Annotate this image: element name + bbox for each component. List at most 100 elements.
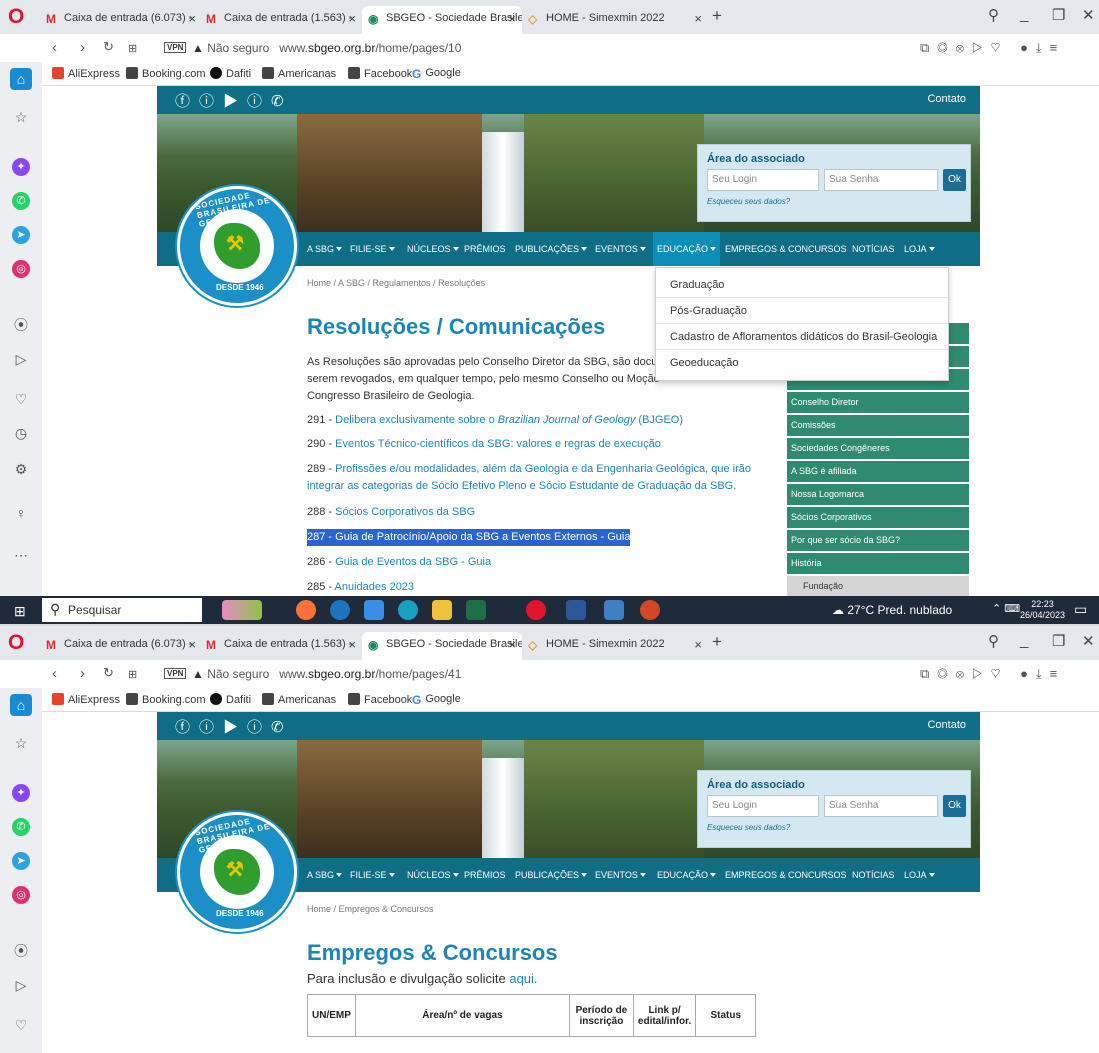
vpn-badge[interactable]: VPN [164, 42, 187, 53]
menu-premios[interactable]: PRÊMIOS [464, 244, 506, 254]
ie-icon[interactable] [330, 600, 350, 620]
word-icon[interactable] [566, 600, 586, 620]
home-icon[interactable]: ⌂ [10, 694, 32, 716]
telegram-icon[interactable]: ➤ [12, 852, 30, 870]
close-tab-icon[interactable]: × [348, 11, 356, 26]
resolution-286[interactable]: 286 - Guia de Eventos da SBG - Guia [307, 554, 491, 571]
side-menu-afiliada[interactable]: A SBG é afiliada [787, 461, 969, 482]
new-tab-button[interactable]: + [712, 632, 722, 652]
close-window-icon[interactable]: ✕ [1082, 632, 1095, 650]
opera-logo-icon[interactable]: O [8, 632, 28, 654]
minimize-icon[interactable]: _ [1020, 6, 1028, 23]
tab-sbgeo[interactable]: ◉ SBGEO - Sociedade Brasile × [362, 632, 522, 660]
explorer-icon[interactable] [432, 600, 452, 620]
bookmark-facebook[interactable]: Facebook [348, 693, 412, 706]
bookmark-booking[interactable]: Booking.com [126, 693, 206, 706]
col-status[interactable]: Status [695, 994, 757, 1037]
menu-publicacoes[interactable]: PUBLICAÇÕES [515, 870, 588, 880]
menu-educacao[interactable]: EDUCAÇÃO [653, 232, 721, 266]
resolution-287[interactable]: 287 - Guia de Patrocínio/Apoio da SBG a … [307, 529, 631, 546]
tray-icons[interactable]: ⌃ ⌨ [992, 602, 1020, 615]
social-icons[interactable]: ⓕⓘ▶ⓘ✆ [175, 90, 293, 111]
menu-eventos[interactable]: EVENTOS [595, 244, 646, 254]
tab-gmail-1[interactable]: M Caixa de entrada (6.073) - × [40, 6, 202, 34]
contato-link[interactable]: Contato [927, 93, 966, 105]
resolution-288[interactable]: 288 - Sócios Corporativos da SBG [307, 504, 475, 521]
menu-filie-se[interactable]: FILIE-SE [350, 244, 395, 254]
bookmark-dafiti[interactable]: Dafiti [210, 693, 251, 706]
side-menu-fundacao[interactable]: Fundação [787, 576, 969, 597]
clock[interactable]: 22:23 26/04/2023 [1020, 599, 1065, 621]
menu-premios[interactable]: PRÊMIOS [464, 870, 506, 880]
mail-icon[interactable] [364, 600, 384, 620]
tab-simexmin[interactable]: ◇ HOME - Simexmin 2022 × [522, 632, 708, 660]
star-icon[interactable]: ☆ [10, 106, 32, 128]
bookmark-americanas[interactable]: Americanas [262, 693, 336, 706]
menu-loja[interactable]: LOJA [904, 870, 935, 880]
password-input[interactable]: Sua Senha [824, 795, 938, 817]
sbg-logo[interactable]: SOCIEDADE BRASILEIRA DE GEOLOGIA ⚒ DESDE… [177, 186, 297, 306]
player-icon[interactable]: ⦿ [10, 940, 32, 962]
col-un-emp[interactable]: UN/EMP [307, 994, 356, 1037]
url-field[interactable]: ▲ Não seguro www.sbgeo.org.br/home/pages… [192, 41, 461, 55]
firefox-icon[interactable] [296, 600, 316, 620]
vpn-badge[interactable]: VPN [164, 668, 187, 679]
heart-icon[interactable]: ♡ [10, 1014, 32, 1036]
close-tab-icon[interactable]: × [348, 637, 356, 652]
menu-empregos[interactable]: EMPREGOS & CONCURSOS [725, 870, 847, 880]
resolution-285[interactable]: 285 - Anuidades 2023 [307, 579, 414, 596]
star-icon[interactable]: ☆ [10, 732, 32, 754]
menu-empregos[interactable]: EMPREGOS & CONCURSOS [725, 244, 847, 254]
close-tab-icon[interactable]: × [694, 11, 702, 26]
resolution-289[interactable]: 289 - Profissões e/ou modalidades, além … [307, 461, 751, 478]
menu-noticias[interactable]: NOTÍCIAS [852, 244, 895, 254]
resolution-289-cont[interactable]: integrar as categorias de Sócio Efetivo … [307, 478, 736, 495]
taskbar-search[interactable]: ⚲ Pesquisar [42, 598, 202, 622]
login-ok-button[interactable]: Ok [943, 795, 966, 817]
toolbar-icons[interactable]: ⧉◎⊗▷♡ ●⤓≡ [920, 40, 1065, 56]
dropdown-pos-graduacao[interactable]: Pós-Graduação [656, 298, 948, 324]
notification-icon[interactable]: ▭ [1074, 601, 1087, 618]
bookmark-facebook[interactable]: Facebook [348, 67, 412, 80]
menu-nucleos[interactable]: NÚCLEOS [407, 244, 459, 254]
search-tabs-icon[interactable]: ⚲ [988, 632, 999, 650]
forgot-link[interactable]: Esqueceu seus dados? [707, 197, 790, 206]
side-menu-logomarca[interactable]: Nossa Logomarca [787, 484, 969, 505]
settings-icon[interactable]: ⚙ [10, 458, 32, 480]
sbg-logo[interactable]: SOCIEDADE BRASILEIRA DE GEOLOGIA ⚒ DESDE… [177, 812, 297, 932]
login-input[interactable]: Seu Login [707, 795, 819, 817]
powerpoint-icon[interactable] [640, 600, 660, 620]
close-tab-icon[interactable]: × [188, 11, 196, 26]
bookmark-aliexpress[interactable]: AliExpress [52, 67, 120, 80]
edge-icon[interactable] [398, 600, 418, 620]
col-link[interactable]: Link p/ edital/infor. [632, 994, 697, 1037]
opera-logo-icon[interactable]: O [8, 6, 28, 28]
messenger-icon[interactable]: ✦ [12, 784, 30, 802]
menu-publicacoes[interactable]: PUBLICAÇÕES [515, 244, 588, 254]
windows-start-icon[interactable]: ⊞ [14, 603, 26, 620]
instagram-icon[interactable]: ◎ [12, 260, 30, 278]
back-icon[interactable]: ‹ [52, 665, 57, 682]
restore-icon[interactable]: ❐ [1052, 632, 1065, 650]
opera-taskbar-icon[interactable] [526, 600, 546, 620]
reload-icon[interactable]: ↻ [103, 665, 114, 681]
close-tab-icon[interactable]: × [188, 637, 196, 652]
breadcrumb[interactable]: Home / Empregos & Concursos [307, 904, 434, 914]
bookmark-google[interactable]: G Google [412, 67, 461, 81]
heart-icon[interactable]: ♡ [10, 388, 32, 410]
tab-sbgeo[interactable]: ◉ SBGEO - Sociedade Brasile × [362, 6, 522, 34]
side-menu-socios[interactable]: Sócios Corporativos [787, 507, 969, 528]
side-menu-conselho[interactable]: Conselho Diretor [787, 392, 969, 413]
forward-icon[interactable]: › [80, 665, 85, 682]
whatsapp-icon[interactable]: ✆ [12, 192, 30, 210]
side-menu-congeneres[interactable]: Sociedades Congêneres [787, 438, 969, 459]
login-ok-button[interactable]: Ok [943, 169, 966, 191]
dropdown-cadastro-afloramentos[interactable]: Cadastro de Afloramentos didáticos do Br… [656, 324, 948, 350]
search-tabs-icon[interactable]: ⚲ [988, 6, 999, 24]
weather-widget[interactable]: ☁ 27°C Pred. nublado [832, 603, 952, 617]
menu-nucleos[interactable]: NÚCLEOS [407, 870, 459, 880]
menu-loja[interactable]: LOJA [904, 244, 935, 254]
menu-a-sbg[interactable]: A SBG [307, 870, 343, 880]
reload-icon[interactable]: ↻ [103, 39, 114, 55]
forward-icon[interactable]: › [80, 39, 85, 56]
